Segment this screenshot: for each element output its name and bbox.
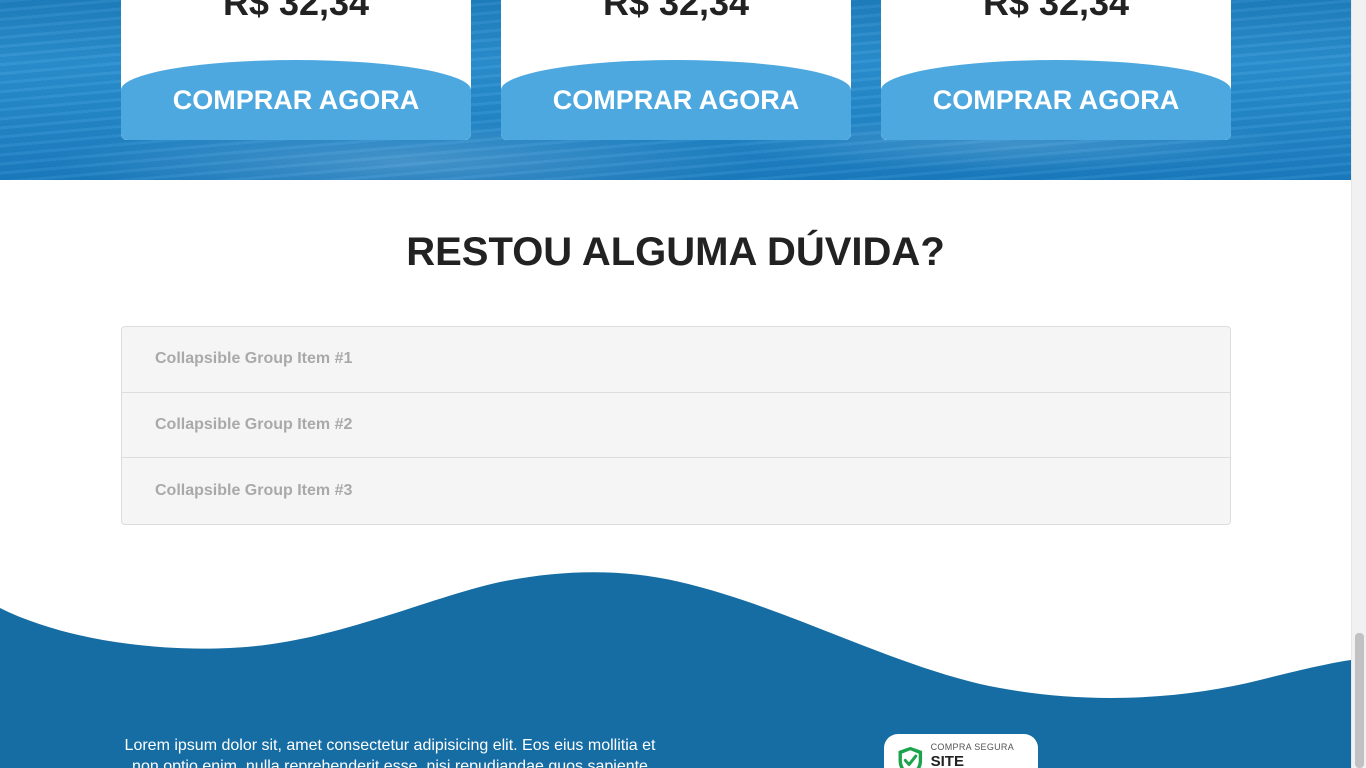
accordion-item-label[interactable]: Collapsible Group Item #1 bbox=[155, 350, 352, 368]
price-card: R$ 32,34 COMPRAR AGORA bbox=[881, 0, 1231, 140]
footer-description: Lorem ipsum dolor sit, amet consectetur … bbox=[124, 737, 656, 768]
price-card: R$ 32,34 COMPRAR AGORA bbox=[121, 0, 471, 140]
faq-title: RESTOU ALGUMA DÚVIDA? bbox=[406, 230, 945, 274]
buy-now-button[interactable]: COMPRAR AGORA bbox=[881, 60, 1231, 140]
buy-now-button[interactable]: COMPRAR AGORA bbox=[501, 60, 851, 140]
vertical-scrollbar[interactable] bbox=[1351, 0, 1366, 768]
badge-text: COMPRA SEGURA SITE PROTEGIDO bbox=[931, 742, 1038, 768]
accordion-item-1[interactable]: Collapsible Group Item #1 bbox=[122, 327, 1230, 393]
faq-accordion: Collapsible Group Item #1 Collapsible Gr… bbox=[121, 326, 1231, 525]
scrollbar-thumb[interactable] bbox=[1355, 633, 1364, 768]
accordion-item-label[interactable]: Collapsible Group Item #2 bbox=[155, 416, 352, 434]
buy-now-button[interactable]: COMPRAR AGORA bbox=[121, 60, 471, 140]
accordion-item-label[interactable]: Collapsible Group Item #3 bbox=[155, 482, 352, 500]
price-value: R$ 32,34 bbox=[602, 0, 750, 23]
accordion-item-2[interactable]: Collapsible Group Item #2 bbox=[122, 393, 1230, 458]
price-value: R$ 32,34 bbox=[222, 0, 370, 23]
badge-title: SITE PROTEGIDO bbox=[930, 753, 964, 768]
price-card: R$ 32,34 COMPRAR AGORA bbox=[501, 0, 851, 140]
price-value: R$ 32,34 bbox=[982, 0, 1130, 23]
page: R$ 32,34 COMPRAR AGORA R$ 32,34 COMPRAR … bbox=[0, 0, 1366, 768]
accordion-item-3[interactable]: Collapsible Group Item #3 bbox=[122, 458, 1230, 524]
pricing-section: R$ 32,34 COMPRAR AGORA R$ 32,34 COMPRAR … bbox=[0, 0, 1351, 180]
shield-check-icon bbox=[898, 746, 923, 768]
badge-caption: COMPRA SEGURA bbox=[930, 742, 1015, 752]
secure-site-badge: COMPRA SEGURA SITE PROTEGIDO bbox=[884, 734, 1038, 768]
